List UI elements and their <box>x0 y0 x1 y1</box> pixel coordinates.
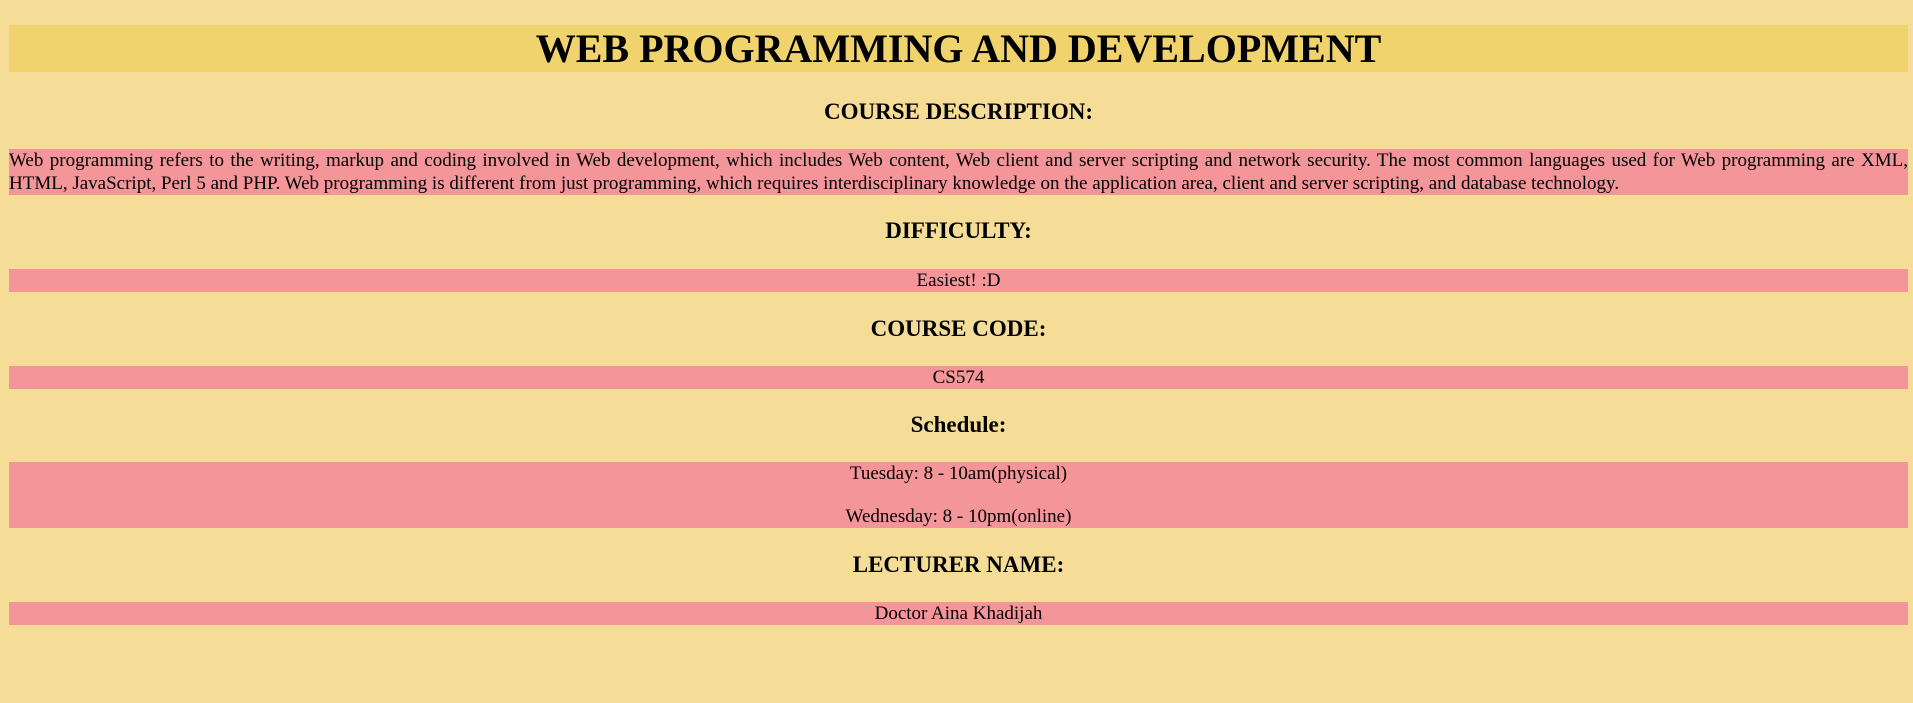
page-title: WEB PROGRAMMING AND DEVELOPMENT <box>9 25 1908 72</box>
lecturer-box: Doctor Aina Khadijah <box>9 602 1908 625</box>
course-description-heading: COURSE DESCRIPTION: <box>823 99 1093 124</box>
lecturer-heading: LECTURER NAME: <box>852 552 1065 577</box>
schedule-box: Tuesday: 8 - 10am(physical) Wednesday: 8… <box>9 462 1908 528</box>
course-description-text: Web programming refers to the writing, m… <box>9 150 1908 194</box>
course-code-heading: COURSE CODE: <box>870 316 1047 341</box>
course-code-value: CS574 <box>932 367 985 388</box>
schedule-item: Tuesday: 8 - 10am(physical) <box>849 463 1068 484</box>
difficulty-value: Easiest! :D <box>916 270 1001 291</box>
schedule-heading: Schedule: <box>910 412 1007 437</box>
schedule-item: Wednesday: 8 - 10pm(online) <box>845 506 1072 527</box>
difficulty-heading: DIFFICULTY: <box>885 218 1032 243</box>
course-description-box: Web programming refers to the writing, m… <box>9 149 1908 195</box>
course-code-box: CS574 <box>9 366 1908 389</box>
difficulty-box: Easiest! :D <box>9 269 1908 292</box>
lecturer-name: Doctor Aina Khadijah <box>874 603 1043 624</box>
